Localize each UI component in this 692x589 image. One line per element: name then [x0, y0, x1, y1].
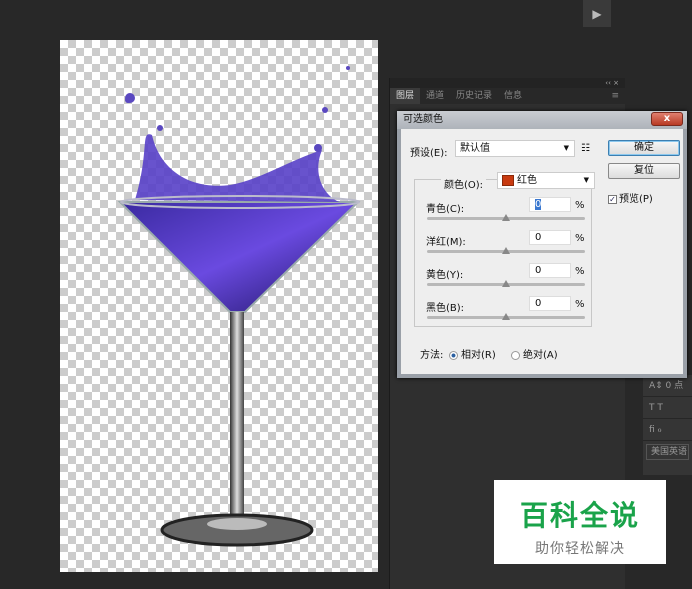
preview-label: 预览(P)	[619, 194, 653, 205]
tab-channels[interactable]: 通道	[420, 88, 450, 104]
preset-select[interactable]: 默认值 ▼	[455, 140, 575, 157]
percent-unit: %	[575, 266, 585, 277]
watermark-subtitle: 助你轻松解决	[535, 541, 625, 557]
relative-label: 相对(R)	[461, 350, 496, 361]
watermark-title: 百科全说	[519, 499, 640, 532]
slider-track[interactable]	[427, 214, 585, 221]
relative-radio[interactable]: 相对(R)	[449, 346, 496, 361]
percent-unit: %	[575, 233, 585, 244]
preset-label: 预设(E):	[410, 148, 448, 159]
slider-value: 0	[535, 232, 542, 243]
checkmark-icon: ✓	[608, 194, 617, 204]
tab-info[interactable]: 信息	[498, 88, 528, 104]
slider-label: 黄色(Y):	[426, 270, 464, 281]
selective-color-dialog: 可选颜色 x 预设(E): 默认值 ▼ ☷ 确定 复位 ✓ 预览(P) 颜色(O):…	[397, 111, 687, 378]
slider-thumb[interactable]	[502, 280, 510, 287]
slider-thumb[interactable]	[502, 247, 510, 254]
radio-selected-icon	[449, 350, 458, 360]
slider-value-input[interactable]: 0	[529, 263, 571, 278]
color-swatch	[502, 174, 514, 186]
preset-value: 默认值	[460, 143, 490, 154]
slider-value-input[interactable]: 0	[529, 197, 571, 212]
slider-track[interactable]	[427, 313, 585, 320]
character-panel: A⇕ 0 点 T T fi ℴ 美国英语	[643, 375, 692, 475]
tab-layers[interactable]: 图层	[390, 88, 421, 104]
close-button[interactable]: x	[651, 112, 683, 126]
slider-label: 青色(C):	[426, 204, 465, 215]
language-select[interactable]: 美国英语	[646, 444, 689, 460]
slider-value: 0	[535, 298, 542, 309]
play-button[interactable]: ▶	[583, 0, 611, 27]
percent-unit: %	[575, 200, 585, 211]
panel-collapse-bar[interactable]: ‹‹ ×	[390, 78, 625, 88]
reset-button[interactable]: 复位	[608, 163, 680, 179]
color-label: 颜色(O):	[441, 176, 487, 191]
slider-label: 洋红(M):	[426, 237, 466, 248]
ok-button[interactable]: 确定	[608, 140, 680, 156]
slider-value: 0	[535, 265, 542, 276]
slider-track[interactable]	[427, 247, 585, 254]
percent-unit: %	[575, 299, 585, 310]
chevron-down-icon: ▼	[563, 144, 569, 152]
radio-icon	[511, 350, 520, 360]
preset-options-icon[interactable]: ☷	[581, 143, 590, 154]
dialog-titlebar[interactable]: 可选颜色 x	[397, 111, 687, 129]
color-select[interactable]: 红色 ▼	[497, 172, 595, 189]
slider-value-input[interactable]: 0	[529, 296, 571, 311]
panel-menu-icon[interactable]: ≡	[605, 88, 625, 104]
absolute-radio[interactable]: 绝对(A)	[511, 346, 558, 361]
slider-value-input[interactable]: 0	[529, 230, 571, 245]
document-canvas[interactable]	[60, 40, 378, 572]
color-value: 红色	[517, 175, 537, 186]
dialog-title: 可选颜色	[403, 114, 443, 125]
slider-label: 黑色(B):	[426, 303, 465, 314]
tab-history[interactable]: 历史记录	[450, 88, 498, 104]
tracking-field[interactable]: A⇕ 0 点	[643, 375, 692, 397]
method-label: 方法:	[420, 350, 444, 361]
slider-value: 0	[535, 199, 542, 210]
ligature-buttons[interactable]: fi ℴ	[643, 419, 692, 441]
cocktail-glass-image	[117, 66, 361, 547]
slider-thumb[interactable]	[502, 214, 510, 221]
slider-track[interactable]	[427, 280, 585, 287]
chevron-down-icon: ▼	[583, 176, 589, 184]
preview-checkbox[interactable]: ✓ 预览(P)	[608, 190, 653, 205]
color-adjust-group: 颜色(O): 红色 ▼ 青色(C): 0 % 洋红(M): 0 % 黄色(Y): …	[414, 172, 595, 327]
panel-tabs: 图层 通道 历史记录 信息 ≡	[390, 88, 625, 104]
absolute-label: 绝对(A)	[523, 350, 558, 361]
type-style-buttons[interactable]: T T	[643, 397, 692, 419]
watermark: 百科全说 助你轻松解决	[494, 480, 666, 564]
play-icon: ▶	[592, 7, 602, 21]
slider-thumb[interactable]	[502, 313, 510, 320]
